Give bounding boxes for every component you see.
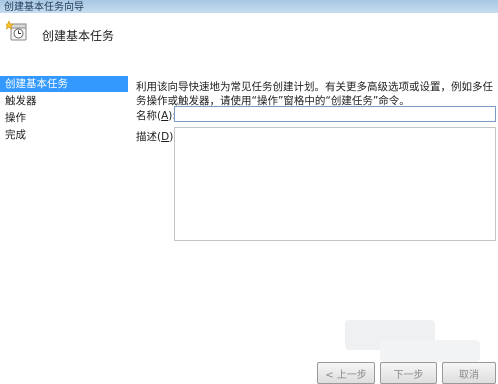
- wizard-content: 利用该向导快速地为常见任务创建计划。有关更多高级选项或设置，例如多任务操作或触发…: [130, 73, 498, 384]
- back-button[interactable]: < 上一步: [317, 362, 375, 384]
- wizard-step-list: 创建基本任务 触发器 操作 完成: [0, 73, 128, 384]
- page-title: 创建基本任务: [42, 29, 115, 43]
- wizard-header: 创建基本任务: [0, 13, 498, 73]
- window-title: 创建基本任务向导: [4, 2, 84, 13]
- title-bar[interactable]: 创建基本任务向导: [0, 0, 498, 13]
- step-create-basic-task[interactable]: 创建基本任务: [0, 76, 128, 92]
- blur-artifact: [380, 340, 480, 362]
- step-trigger[interactable]: 触发器: [0, 93, 128, 109]
- step-action[interactable]: 操作: [0, 110, 128, 126]
- description-input[interactable]: [174, 127, 496, 241]
- next-button[interactable]: 下一步: [380, 362, 437, 384]
- wizard-description: 利用该向导快速地为常见任务创建计划。有关更多高级选项或设置，例如多任务操作或触发…: [136, 81, 493, 107]
- cancel-button[interactable]: 取消: [442, 362, 496, 384]
- name-label: 名称(A):: [136, 110, 176, 122]
- name-input[interactable]: [174, 106, 496, 122]
- step-finish[interactable]: 完成: [0, 127, 128, 143]
- description-label: 描述(D):: [136, 131, 177, 143]
- task-wizard-icon: [3, 20, 28, 42]
